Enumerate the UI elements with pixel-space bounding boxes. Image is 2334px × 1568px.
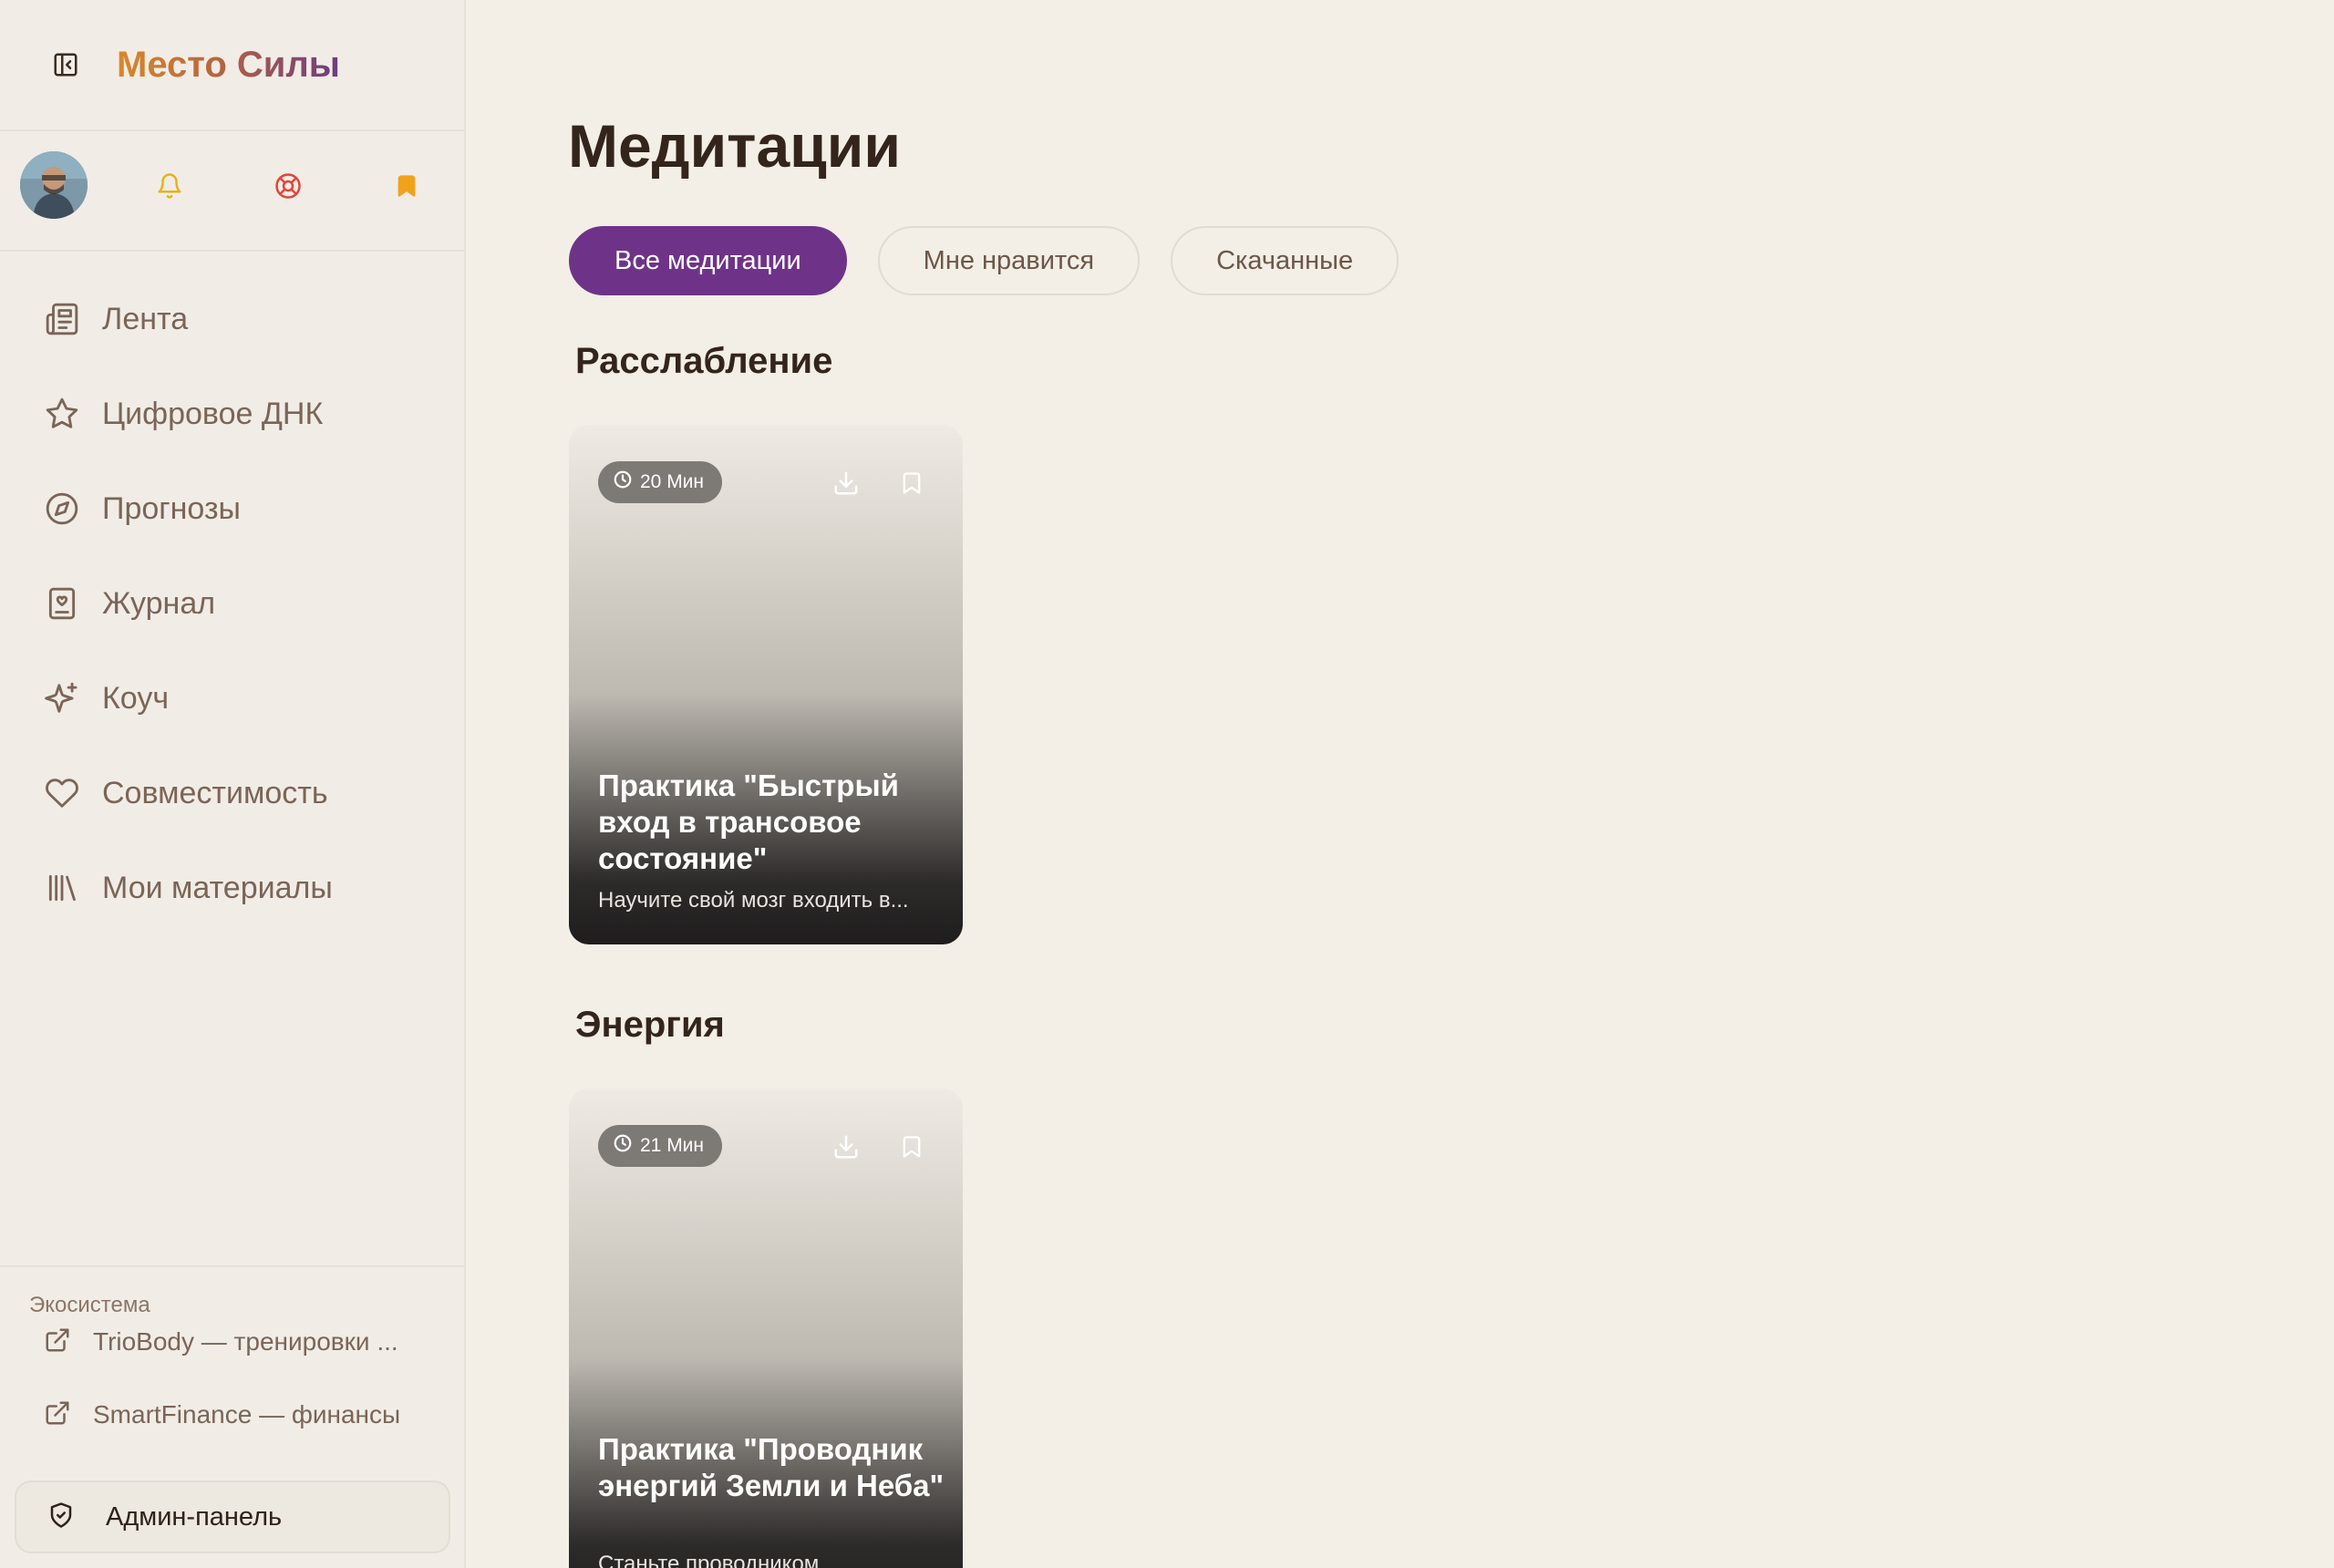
ecosystem-link-smartfinance[interactable]: SmartFinance — финансы	[44, 1397, 400, 1433]
ecosystem-title: Экосистема	[29, 1293, 150, 1317]
ecosystem-section: Экосистема TrioBody — тренировки ... Sma…	[0, 1265, 464, 1429]
sidebar-header: Место Силы	[0, 0, 464, 131]
duration-badge: 21 Мин	[598, 1125, 723, 1167]
heart-icon	[44, 775, 80, 811]
card-title: Практика "Быстрый вход в трансовое состо…	[598, 769, 899, 875]
clock-icon	[613, 1133, 633, 1159]
ecosystem-link-label: TrioBody — тренировки ...	[93, 1327, 398, 1356]
sidebar: Место Силы Лента Цифровое ДНК Прогнозы Ж…	[0, 0, 466, 1568]
app-root: Место Силы Лента Цифровое ДНК Прогнозы Ж…	[0, 0, 2334, 1568]
sidebar-item-label: Мои материалы	[102, 870, 333, 905]
sidebar-item-label: Лента	[102, 301, 189, 336]
journal-icon	[44, 585, 80, 622]
tab-all-meditations[interactable]: Все медитации	[569, 226, 847, 295]
duration-badge: 20 Мин	[598, 461, 723, 503]
tab-downloaded[interactable]: Скачанные	[1171, 226, 1399, 295]
bookmark-icon[interactable]	[388, 168, 425, 204]
lifebuoy-icon[interactable]	[270, 168, 306, 204]
external-link-icon	[44, 1326, 71, 1358]
avatar[interactable]	[20, 151, 88, 219]
sidebar-item-digital-dna[interactable]: Цифровое ДНК	[0, 366, 464, 461]
clock-icon	[613, 469, 633, 495]
external-link-icon	[44, 1399, 71, 1431]
sidebar-item-forecasts[interactable]: Прогнозы	[0, 461, 464, 556]
star-icon	[44, 396, 80, 432]
download-icon[interactable]	[830, 467, 862, 500]
ecosystem-link-label: SmartFinance — финансы	[93, 1400, 401, 1429]
card-title: Практика "Проводник энергий Земли и Неба…	[598, 1432, 945, 1502]
sidebar-item-label: Коуч	[102, 680, 170, 716]
section-title-energy: Энергия	[575, 1005, 725, 1045]
sidebar-item-label: Прогнозы	[102, 490, 241, 526]
duration-text: 21 Мин	[640, 1135, 705, 1156]
bookmark-icon[interactable]	[895, 1130, 928, 1163]
admin-panel-button[interactable]: Админ-панель	[15, 1480, 450, 1553]
sparkles-icon	[44, 680, 80, 717]
page-title: Медитации	[568, 112, 901, 180]
card-description: Станьте проводником	[598, 1552, 820, 1568]
main-content: Медитации Все медитации Мне нравится Ска…	[466, 0, 2334, 1568]
bell-icon[interactable]	[151, 168, 188, 204]
shield-icon	[47, 1501, 75, 1533]
sidebar-item-compatibility[interactable]: Совместимость	[0, 746, 464, 841]
sidebar-item-label: Журнал	[102, 585, 216, 621]
duration-text: 20 Мин	[640, 471, 705, 492]
meditation-card[interactable]: 20 Мин Практика "Быстрый вход в трансово…	[569, 425, 963, 944]
ecosystem-link-triobody[interactable]: TrioBody — тренировки ...	[44, 1324, 398, 1360]
sidebar-item-journal[interactable]: Журнал	[0, 556, 464, 651]
meditation-card[interactable]: 21 Мин Практика "Проводник энергий Земли…	[569, 1088, 963, 1568]
tab-favorites[interactable]: Мне нравится	[877, 226, 1141, 295]
card-description: Научите свой мозг входить в...	[598, 888, 909, 913]
brand-logo-text[interactable]: Место Силы	[117, 45, 340, 86]
admin-panel-label: Админ-панель	[106, 1501, 283, 1532]
sidebar-item-coach[interactable]: Коуч	[0, 651, 464, 746]
sidebar-nav: Лента Цифровое ДНК Прогнозы Журнал Коуч …	[0, 252, 464, 935]
sidebar-quick-icons	[0, 131, 464, 252]
sidebar-item-label: Совместимость	[102, 775, 328, 810]
newspaper-icon	[44, 301, 80, 337]
sidebar-item-label: Цифровое ДНК	[102, 396, 324, 431]
compass-icon	[44, 490, 80, 527]
sidebar-item-feed[interactable]: Лента	[0, 272, 464, 366]
section-title-relaxation: Расслабление	[575, 341, 833, 381]
sidebar-item-my-materials[interactable]: Мои материалы	[0, 841, 464, 935]
collapse-sidebar-icon[interactable]	[47, 46, 84, 83]
download-icon[interactable]	[830, 1130, 862, 1163]
bookmark-icon[interactable]	[895, 467, 928, 500]
library-icon	[44, 870, 80, 906]
filter-tabs: Все медитации Мне нравится Скачанные	[569, 226, 1399, 295]
